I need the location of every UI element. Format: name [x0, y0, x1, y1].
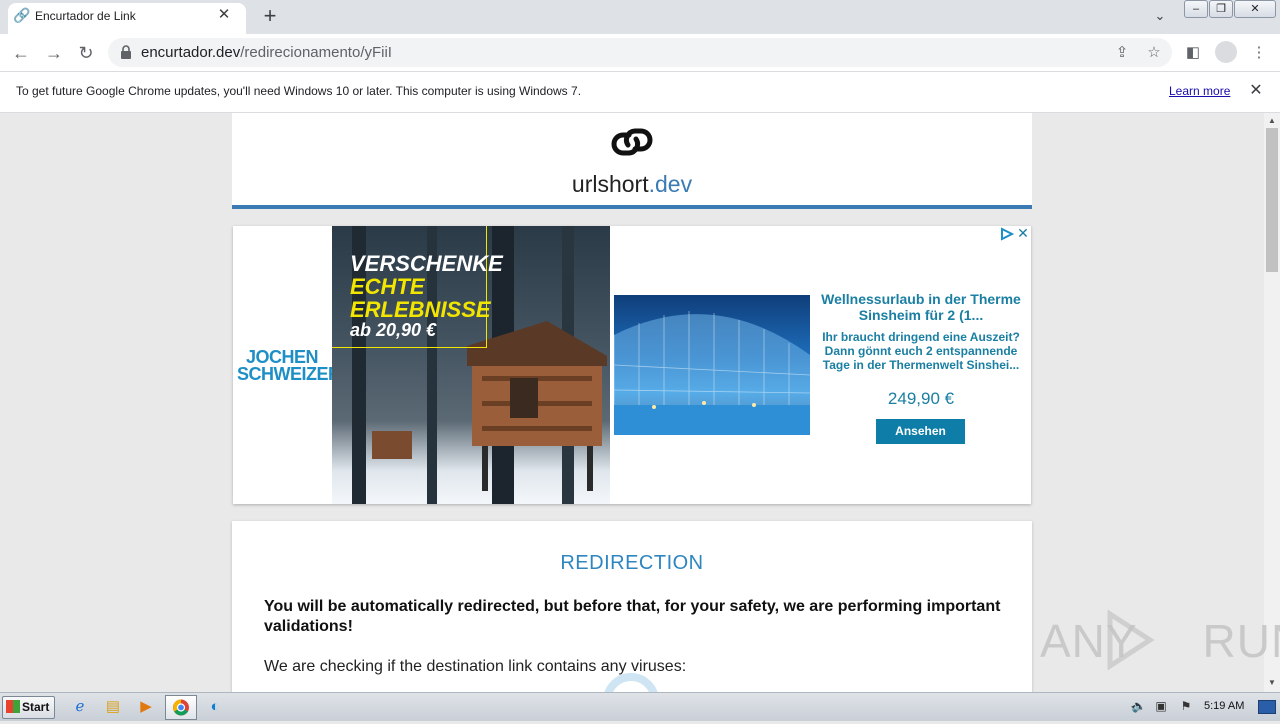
reload-icon[interactable]: ↻: [75, 42, 97, 64]
site-logo-text[interactable]: urlshort.dev: [232, 171, 1032, 198]
url-text[interactable]: encurtador.dev/redirecionamento/yFiiI: [141, 44, 392, 61]
windows-logo-icon: [6, 700, 20, 713]
start-label: Start: [22, 700, 50, 714]
page-title: REDIRECTION: [560, 552, 704, 574]
safety-warning-text: You will be automatically redirected, bu…: [264, 598, 1001, 635]
back-arrow-icon[interactable]: ←: [10, 42, 32, 64]
window-close-button[interactable]: ✕: [1234, 0, 1276, 18]
infobar-close-icon[interactable]: ✕: [1247, 82, 1265, 100]
taskbar-clock[interactable]: 5:19 AM: [1204, 700, 1244, 712]
edge-icon[interactable]: ◐: [202, 696, 228, 718]
ad-close-icon[interactable]: ✕: [1016, 226, 1030, 240]
learn-more-link[interactable]: Learn more: [1169, 84, 1230, 98]
media-player-icon[interactable]: ▶: [133, 696, 159, 718]
scroll-up-arrow-icon[interactable]: ▲: [1266, 116, 1278, 126]
share-icon[interactable]: ⇪: [1111, 42, 1133, 64]
show-desktop-button[interactable]: [1258, 700, 1276, 714]
scroll-down-arrow-icon[interactable]: ▼: [1266, 678, 1278, 688]
network-icon[interactable]: ▣: [1152, 698, 1170, 714]
loading-spinner-icon: [603, 673, 659, 692]
menu-kebab-icon[interactable]: ⋮: [1248, 42, 1270, 64]
ad-cta-button[interactable]: Ansehen: [876, 419, 965, 444]
new-tab-button[interactable]: +: [260, 5, 280, 27]
scrollbar-thumb[interactable]: [1266, 128, 1278, 272]
logo-accent: .dev: [648, 171, 693, 197]
action-center-flag-icon[interactable]: ⚑: [1177, 698, 1195, 714]
chrome-icon: [173, 699, 189, 716]
tab-title: Encurtador de Link: [35, 9, 136, 23]
loading-spinner-clip: [603, 673, 659, 692]
ad-product-title[interactable]: Wellnessurlaub in der Therme Sinsheim fü…: [820, 291, 1022, 323]
forward-arrow-icon[interactable]: →: [43, 42, 65, 64]
ad-price-tag: ab 20,90 €: [350, 320, 437, 340]
ad-brand-logo[interactable]: JOCHEN SCHWEIZER: [237, 348, 341, 383]
infobar-message: To get future Google Chrome updates, you…: [16, 84, 582, 98]
file-explorer-icon[interactable]: ▤: [100, 696, 126, 718]
volume-icon[interactable]: 🔈: [1130, 698, 1148, 714]
glass-dome-illustration: [614, 311, 810, 435]
profile-avatar-icon[interactable]: [1215, 41, 1237, 63]
minimize-button[interactable]: –: [1184, 0, 1208, 18]
chevron-down-icon[interactable]: ⌄: [1150, 8, 1170, 26]
bookmark-star-icon[interactable]: ☆: [1143, 42, 1165, 64]
logo-main: urlshort: [571, 171, 649, 197]
ad-choices-icon[interactable]: [1000, 227, 1014, 241]
lock-icon[interactable]: [120, 45, 132, 59]
ad-thermal-bath-image[interactable]: [614, 295, 810, 435]
watermark-text: ANY RUN: [1040, 615, 1280, 667]
chrome-taskbar-button[interactable]: [165, 695, 197, 720]
tab-close-icon[interactable]: ✕: [215, 6, 233, 24]
ad-product-description[interactable]: Ihr braucht dringend eine Auszeit? Dann …: [820, 330, 1022, 372]
side-panel-icon[interactable]: ◧: [1182, 42, 1204, 64]
start-button[interactable]: Start: [2, 696, 55, 719]
link-icon: 🔗: [13, 7, 31, 23]
internet-explorer-icon[interactable]: ℯ: [67, 696, 93, 718]
chain-link-logo-icon: [611, 128, 653, 156]
ad-product-price: 249,90 €: [887, 389, 955, 408]
restore-button[interactable]: ❐: [1209, 0, 1233, 18]
url-host: encurtador.dev: [141, 44, 241, 61]
url-path: /redirecionamento/yFiiI: [240, 44, 392, 61]
